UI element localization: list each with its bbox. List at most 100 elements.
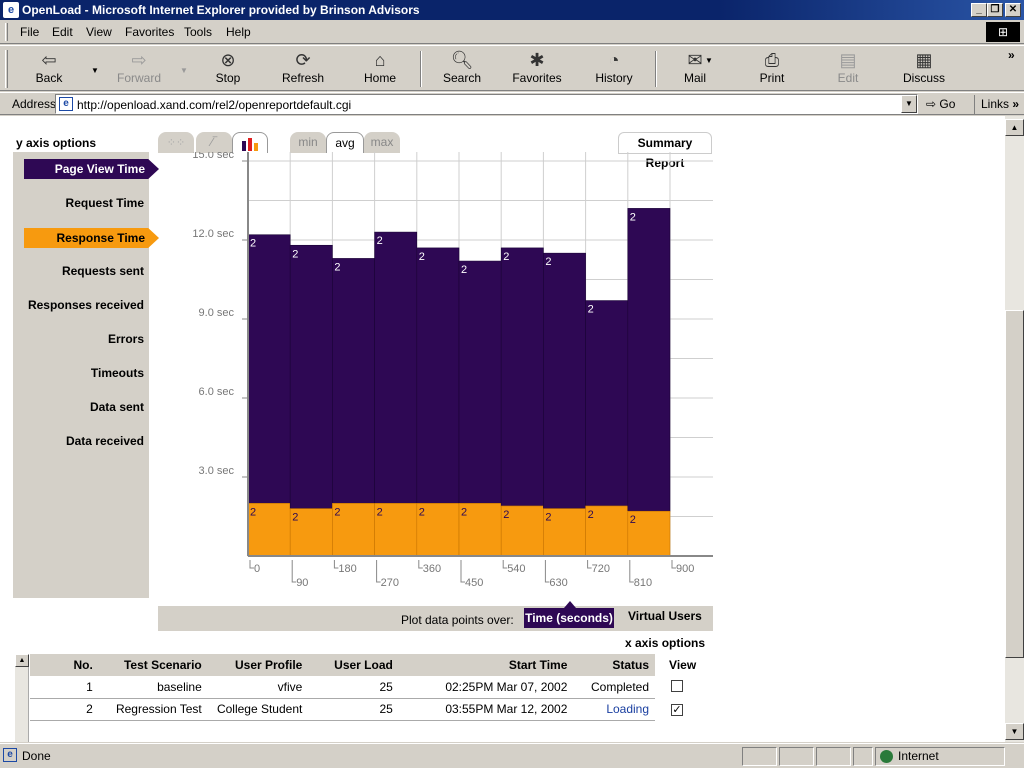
address-input[interactable]: e http://openload.xand.com/rel2/openrepo… bbox=[55, 94, 918, 114]
menu-grip[interactable] bbox=[5, 23, 8, 41]
y-option-responses-received[interactable]: Responses received bbox=[13, 298, 144, 312]
home-button[interactable]: ⌂ Home bbox=[345, 49, 415, 89]
cell-load: 25 bbox=[308, 676, 399, 699]
data-label-response-time: 2 bbox=[545, 512, 551, 524]
edit-icon: ▤ bbox=[839, 50, 857, 70]
plot-over-virtual-users-button[interactable]: Virtual Users bbox=[628, 609, 702, 623]
toolbar-grip[interactable] bbox=[5, 50, 8, 88]
y-option-response-time[interactable]: Response Time bbox=[24, 228, 159, 248]
y-option-requests-sent[interactable]: Requests sent bbox=[13, 264, 144, 278]
data-label-page-view-time: 2 bbox=[503, 251, 509, 263]
favorites-folder-icon: ✱ bbox=[529, 50, 545, 70]
toolbar-separator bbox=[655, 51, 657, 87]
zone-pane bbox=[875, 747, 1005, 766]
back-button[interactable]: ⇦ Back bbox=[14, 49, 84, 89]
table-header-row: No. Test Scenario User Profile User Load… bbox=[30, 654, 705, 676]
scroll-thumb[interactable] bbox=[1005, 310, 1024, 658]
history-button[interactable]: ◔ History bbox=[579, 49, 649, 89]
status-pane bbox=[853, 747, 873, 766]
tab-avg[interactable]: avg bbox=[326, 132, 364, 153]
tab-max[interactable]: max bbox=[364, 132, 400, 153]
title-bar: e OpenLoad - Microsoft Internet Explorer… bbox=[0, 0, 1024, 20]
back-dropdown-icon[interactable]: ▼ bbox=[91, 66, 99, 75]
print-button[interactable]: ⎙ Print bbox=[737, 49, 807, 89]
plot-over-label: Plot data points over: bbox=[401, 613, 514, 627]
bar-chart: 2 2 2 2 2 2 2 2 2 2 2 2 2 2 2 2 2 2 2 2 15.0 sec 12.0 sec 9.0 … bbox=[192, 152, 713, 589]
address-url[interactable]: http://openload.xand.com/rel2/openreport… bbox=[77, 98, 351, 112]
view-checkbox[interactable] bbox=[671, 679, 684, 692]
restore-button[interactable]: ❐ bbox=[987, 3, 1003, 17]
line-chart-tab[interactable]: ∕‾ bbox=[196, 132, 232, 153]
y-option-request-time[interactable]: Request Time bbox=[13, 196, 144, 210]
page-status-icon: e bbox=[3, 748, 17, 762]
y-option-data-sent[interactable]: Data sent bbox=[13, 400, 144, 414]
scatter-chart-tab[interactable]: ⁘⁘ bbox=[158, 132, 194, 153]
plot-over-time-button[interactable]: Time (seconds) bbox=[524, 601, 614, 628]
data-label-response-time: 2 bbox=[334, 506, 340, 518]
mail-dropdown-icon[interactable]: ▼ bbox=[705, 56, 713, 65]
tab-min[interactable]: min bbox=[290, 132, 326, 153]
search-button[interactable]: 🔍︎ Search bbox=[427, 49, 497, 89]
y-tick-label: 6.0 sec bbox=[199, 386, 235, 398]
minimize-button[interactable]: _ bbox=[971, 3, 987, 17]
table-row[interactable]: 1 baseline vfive 25 02:25PM Mar 07, 2002… bbox=[30, 676, 705, 699]
data-label-response-time: 2 bbox=[292, 512, 298, 524]
menu-view[interactable]: View bbox=[86, 25, 112, 39]
cell-status[interactable]: Loading bbox=[573, 698, 656, 721]
edit-button[interactable]: ▤ Edit bbox=[813, 49, 883, 89]
cell-no: 2 bbox=[30, 698, 99, 721]
mail-button[interactable]: ✉ Mail bbox=[660, 49, 730, 89]
table-scroll-up-icon[interactable]: ▲ bbox=[15, 654, 29, 667]
search-icon: 🔍︎ bbox=[450, 50, 474, 70]
plot-over-bar: Plot data points over: Time (seconds) Vi… bbox=[158, 601, 713, 631]
windows-logo-icon: ⊞ bbox=[986, 22, 1020, 42]
col-header-load: User Load bbox=[308, 654, 399, 676]
summary-report-button[interactable]: Summary Report bbox=[618, 132, 712, 170]
page-scrollbar[interactable]: ▲ ▼ bbox=[1005, 116, 1024, 742]
favorites-button[interactable]: ✱ Favorites bbox=[502, 49, 572, 89]
y-option-timeouts[interactable]: Timeouts bbox=[13, 366, 144, 380]
x-tick-label: 540 bbox=[507, 563, 525, 575]
x-tick-label: 630 bbox=[549, 577, 567, 589]
toolbar-chevron-icon[interactable]: » bbox=[1008, 48, 1015, 62]
data-label-page-view-time: 2 bbox=[588, 304, 594, 316]
data-label-page-view-time: 2 bbox=[334, 261, 340, 273]
address-dropdown-icon[interactable]: ▼ bbox=[901, 95, 917, 113]
menu-tools[interactable]: Tools bbox=[184, 25, 212, 39]
stop-button[interactable]: ⊗ Stop bbox=[193, 49, 263, 89]
menu-file[interactable]: File bbox=[20, 25, 39, 39]
refresh-button[interactable]: ⟳ Refresh bbox=[268, 49, 338, 89]
bar-page-view-time bbox=[627, 208, 671, 512]
ie-app-icon[interactable]: e bbox=[3, 2, 19, 18]
standard-toolbar: ⇦ Back ▼ ⇨ Forward ▼ ⊗ Stop ⟳ Refresh ⌂ Home … bbox=[0, 45, 1024, 91]
menu-edit[interactable]: Edit bbox=[52, 25, 73, 39]
x-tick-label: 720 bbox=[592, 563, 610, 575]
view-checkbox[interactable]: ✓ bbox=[671, 704, 684, 716]
col-header-status: Status bbox=[573, 654, 656, 676]
cell-view: ✓ bbox=[655, 698, 705, 720]
forward-button[interactable]: ⇨ Forward bbox=[104, 49, 174, 89]
close-button[interactable]: ✕ bbox=[1005, 3, 1021, 17]
test-runs-table: No. Test Scenario User Profile User Load… bbox=[30, 654, 705, 721]
discuss-button[interactable]: ▦ Discuss bbox=[889, 49, 959, 89]
forward-dropdown-icon[interactable]: ▼ bbox=[180, 66, 188, 75]
go-button[interactable]: ⇨ Go bbox=[926, 97, 955, 111]
cell-scenario: baseline bbox=[98, 676, 208, 699]
table-row[interactable]: 2 Regression Test College Student 25 03:… bbox=[30, 698, 705, 721]
scroll-down-icon[interactable]: ▼ bbox=[1005, 723, 1024, 740]
table-scrollbar[interactable]: ▲ bbox=[15, 654, 29, 742]
cell-status: Completed bbox=[573, 676, 656, 699]
bar-page-view-time bbox=[543, 252, 586, 509]
y-option-page-view-time[interactable]: Page View Time bbox=[24, 159, 159, 179]
x-tick-label: 450 bbox=[465, 577, 483, 589]
cell-profile: vfive bbox=[207, 676, 309, 699]
links-button[interactable]: Links » bbox=[974, 95, 1019, 114]
y-option-data-received[interactable]: Data received bbox=[13, 434, 144, 448]
scroll-up-icon[interactable]: ▲ bbox=[1005, 119, 1024, 136]
menu-help[interactable]: Help bbox=[226, 25, 251, 39]
data-label-response-time: 2 bbox=[503, 509, 509, 521]
menu-favorites[interactable]: Favorites bbox=[125, 25, 174, 39]
y-option-errors[interactable]: Errors bbox=[13, 332, 144, 346]
bar-chart-tab[interactable] bbox=[232, 132, 268, 153]
col-header-no: No. bbox=[30, 654, 99, 676]
